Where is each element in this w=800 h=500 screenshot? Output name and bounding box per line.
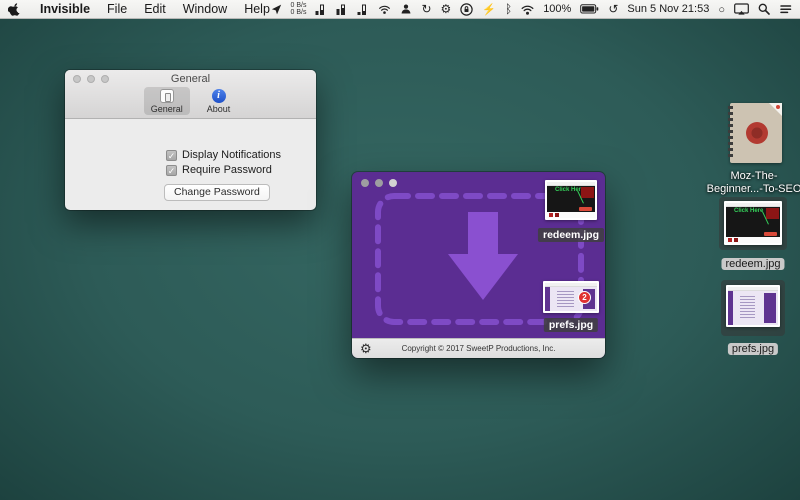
redeem-thumbnail[interactable]: Click Here	[545, 180, 597, 220]
battery-icon[interactable]	[580, 4, 599, 14]
network-throughput-indicator[interactable]: 0 B/s 0 B/s	[291, 2, 307, 16]
menu-file[interactable]: File	[107, 2, 127, 16]
prefs-file-label: prefs.jpg	[544, 318, 598, 332]
disk-meter-icon[interactable]	[357, 4, 369, 15]
desktop-icon-prefs[interactable]	[726, 285, 780, 327]
preferences-titlebar[interactable]: General General About	[65, 70, 316, 119]
settings-gear-icon[interactable]	[360, 341, 372, 357]
close-button[interactable]	[73, 75, 81, 83]
app-menu-invisible[interactable]: Invisible	[40, 2, 90, 16]
zoom-button[interactable]	[389, 179, 397, 187]
close-button[interactable]	[361, 179, 369, 187]
info-icon	[212, 89, 226, 103]
change-password-button[interactable]: Change Password	[164, 184, 270, 201]
menu-bar: Invisible File Edit Window Help 0 B/s 0 …	[0, 0, 800, 19]
preferences-toolbar: General About	[65, 87, 316, 115]
redeem-desktop-label[interactable]: redeem.jpg	[721, 258, 784, 270]
menu-help[interactable]: Help	[244, 2, 270, 16]
sync-icon[interactable]	[421, 3, 431, 15]
download-arrow-icon	[448, 212, 518, 300]
minimize-button[interactable]	[87, 75, 95, 83]
cpu-meter-icon[interactable]	[315, 4, 327, 15]
moz-logo	[746, 122, 768, 144]
menu-clock[interactable]: Sun 5 Nov 21:53	[627, 3, 709, 15]
location-arrow-icon[interactable]	[271, 4, 282, 15]
preferences-content: Display Notifications Require Password C…	[65, 119, 316, 201]
drop-window-footer: Copyright © 2017 SweetP Productions, Inc…	[352, 338, 605, 358]
flash-icon[interactable]	[482, 3, 496, 16]
apple-menu-icon[interactable]	[8, 3, 21, 16]
memory-meter-icon[interactable]	[336, 4, 348, 15]
tab-about[interactable]: About	[200, 87, 238, 115]
siri-icon[interactable]	[718, 3, 725, 16]
menu-edit[interactable]: Edit	[144, 2, 166, 16]
display-notifications-checkbox[interactable]	[166, 150, 177, 161]
require-password-checkbox[interactable]	[166, 165, 177, 176]
preferences-window: General General About Display Notificati…	[65, 70, 316, 210]
lock-circle-icon[interactable]	[460, 3, 473, 16]
desktop-icon-moz-document[interactable]	[730, 103, 782, 163]
desktop-icon-redeem[interactable]: Click Here	[724, 201, 782, 245]
wifi-icon[interactable]	[521, 4, 534, 15]
gear-menu-icon[interactable]	[441, 3, 452, 15]
zoom-button[interactable]	[101, 75, 109, 83]
time-machine-icon[interactable]	[608, 3, 618, 15]
spiral-binding	[728, 106, 733, 160]
switch-icon	[160, 89, 174, 103]
prefs-desktop-label[interactable]: prefs.jpg	[728, 343, 778, 355]
tab-general[interactable]: General	[144, 87, 190, 115]
menu-window[interactable]: Window	[183, 2, 227, 16]
airplay-display-icon[interactable]	[734, 3, 749, 15]
notification-badge: 2	[578, 291, 591, 304]
battery-percentage[interactable]: 100%	[543, 3, 571, 15]
redeem-file-label: redeem.jpg	[538, 228, 604, 242]
display-notifications-label: Display Notifications	[182, 149, 281, 161]
copyright-text: Copyright © 2017 SweetP Productions, Inc…	[402, 344, 556, 353]
drop-zone-window: Click Here redeem.jpg 2 prefs.jpg Copyri…	[352, 172, 605, 358]
spotlight-search-icon[interactable]	[758, 3, 770, 15]
moz-document-label[interactable]: Moz-The-Beginner...-To-SEO	[706, 170, 800, 195]
require-password-row: Require Password	[166, 164, 316, 176]
notification-center-icon[interactable]	[779, 3, 792, 15]
minimize-button[interactable]	[375, 179, 383, 187]
require-password-label: Require Password	[182, 164, 272, 176]
user-icon[interactable]	[400, 3, 412, 15]
bluetooth-icon[interactable]	[505, 3, 512, 15]
display-notifications-row: Display Notifications	[166, 149, 316, 161]
hotspot-antenna-icon[interactable]	[378, 3, 391, 15]
